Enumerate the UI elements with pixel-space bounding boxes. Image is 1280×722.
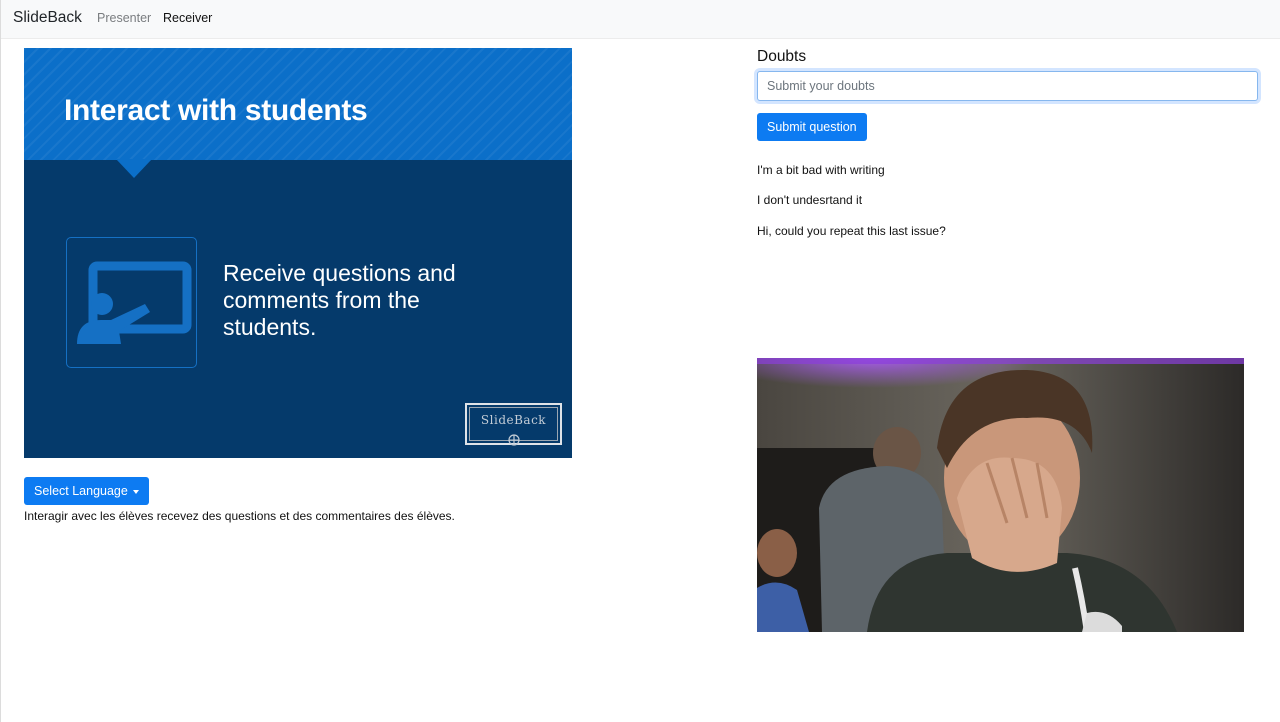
doubt-list-item: I'm a bit bad with writing (757, 163, 885, 177)
slide-body-text: Receive questions and comments from the … (223, 260, 456, 340)
presentation-slide: Interact with students Receive questions… (24, 48, 572, 458)
select-language-label: Select Language (34, 484, 128, 498)
doubts-heading: Doubts (757, 48, 807, 65)
slideback-logo-text: SlideBack (480, 413, 547, 427)
submit-question-button[interactable]: Submit question (757, 113, 867, 141)
slide-title: Interact with students (64, 94, 368, 127)
webcam-feed (757, 358, 1244, 632)
caret-down-icon (132, 489, 139, 494)
navbar: SlideBack Presenter Receiver (1, 0, 1280, 39)
slideback-logo: SlideBack (465, 403, 562, 446)
nav-presenter[interactable]: Presenter (97, 11, 151, 25)
presenter-board-icon (66, 237, 197, 368)
brand-link[interactable]: SlideBack (13, 9, 82, 27)
doubt-list-item: Hi, could you repeat this last issue? (757, 224, 946, 238)
doubt-list-item: I don't undesrtand it (757, 193, 863, 207)
nav-receiver[interactable]: Receiver (163, 11, 212, 25)
select-language-button[interactable]: Select Language (24, 477, 149, 505)
translated-slide-text: Interagir avec les élèves recevez des qu… (24, 509, 455, 523)
slide-banner-notch (116, 159, 152, 178)
logo-mark-icon (508, 434, 520, 446)
doubts-input[interactable] (757, 71, 1258, 101)
